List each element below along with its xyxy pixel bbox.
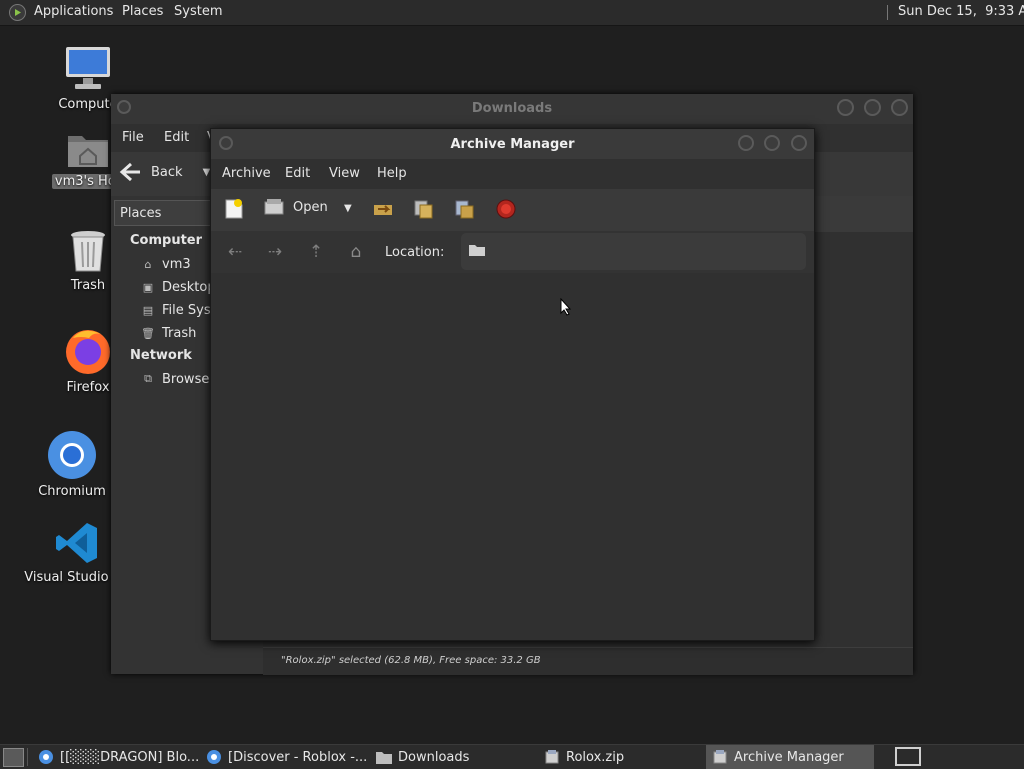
home-folder-icon	[68, 136, 108, 167]
taskbar-item-discover-roblox[interactable]: [Discover - Roblox -...	[200, 745, 370, 769]
taskbar-item-label: [Discover - Roblox -...	[228, 749, 368, 765]
folder-icon	[376, 749, 392, 765]
maximize-button[interactable]	[764, 135, 780, 151]
file-list[interactable]	[211, 273, 814, 640]
taskbar-item-label: Archive Manager	[734, 749, 844, 765]
taskbar-separator	[27, 748, 28, 766]
chromium-icon	[48, 431, 96, 479]
taskbar-item-archive-manager[interactable]: Archive Manager	[706, 745, 874, 769]
archive-icon	[712, 749, 728, 765]
add-folder-icon[interactable]	[452, 197, 476, 221]
show-desktop-icon[interactable]	[3, 748, 24, 767]
back-arrow-icon	[119, 162, 140, 182]
forward-arrow-icon[interactable]: ⇢	[263, 240, 287, 264]
edit-menu[interactable]: Edit	[285, 166, 310, 181]
taskbar-item-label: Downloads	[398, 749, 470, 765]
open-label: Open	[293, 199, 328, 215]
back-button[interactable]: Back ▼	[119, 162, 210, 182]
sidebar-item-label: vm3	[162, 256, 191, 272]
drive-icon: ▤	[142, 303, 154, 317]
folder-icon	[469, 244, 485, 256]
workspace-switcher[interactable]	[895, 747, 921, 766]
status-text: "Rolox.zip" selected (62.8 MB), Free spa…	[281, 655, 541, 666]
new-archive-icon[interactable]	[222, 197, 246, 221]
add-files-icon[interactable]	[411, 197, 435, 221]
firefox-icon	[66, 330, 110, 374]
archive-manager-window[interactable]: Archive Manager Archive Edit View Help O…	[210, 128, 815, 641]
distro-logo-icon[interactable]	[9, 4, 26, 21]
sidebar-item-label: File Syst	[162, 302, 216, 318]
applications-menu[interactable]: Applications	[34, 4, 113, 19]
desktop-icon: ▣	[142, 280, 154, 294]
close-button[interactable]	[891, 99, 908, 116]
vscode-icon	[56, 523, 97, 563]
chromium-icon	[38, 749, 54, 765]
sidebar-item-label: Trash	[162, 325, 197, 341]
sidebar-item-vm3[interactable]: ⌂ vm3	[140, 256, 191, 272]
archive-icon	[544, 749, 560, 765]
open-archive-icon	[264, 199, 284, 215]
home-icon: ⌂	[144, 257, 152, 271]
minimize-button[interactable]	[738, 135, 754, 151]
sidebar-section-network: Network	[130, 348, 192, 363]
taskbar-item-downloads[interactable]: Downloads	[370, 745, 536, 769]
location-label: Location:	[385, 245, 445, 260]
sidebar-item-label: Desktop	[162, 279, 216, 295]
system-menu[interactable]: System	[174, 4, 222, 19]
taskbar: [[░░░DRAGON] Blo... [Discover - Roblox -…	[0, 744, 1024, 769]
stop-icon[interactable]	[494, 197, 518, 221]
close-button[interactable]	[791, 135, 807, 151]
desktop-icon-chromium[interactable]: Chromium	[22, 430, 122, 499]
mouse-cursor-icon	[560, 298, 572, 316]
view-menu[interactable]: View	[329, 166, 360, 181]
sidebar-header: Places	[120, 205, 162, 221]
status-bar: "Rolox.zip" selected (62.8 MB), Free spa…	[263, 647, 913, 675]
downloads-titlebar[interactable]: Downloads	[111, 94, 913, 124]
archive-menu[interactable]: Archive	[222, 166, 271, 181]
minimize-button[interactable]	[837, 99, 854, 116]
up-arrow-icon[interactable]: ⇡	[304, 240, 328, 264]
trash-icon: 🗑	[141, 326, 155, 340]
desktop-label: Chromium	[38, 484, 106, 499]
file-menu[interactable]: File	[122, 130, 144, 145]
edit-menu[interactable]: Edit	[164, 130, 189, 145]
back-label: Back	[151, 164, 183, 180]
places-menu[interactable]: Places	[122, 4, 163, 19]
sidebar-item-desktop[interactable]: ▣ Desktop	[140, 279, 216, 295]
archive-titlebar[interactable]: Archive Manager	[211, 129, 814, 159]
clock[interactable]: Sun Dec 15, 9:33 AM	[898, 4, 1024, 19]
trash-icon	[71, 231, 105, 272]
chromium-icon	[206, 749, 222, 765]
network-icon: ⧉	[144, 372, 152, 385]
top-panel: Applications Places System Sun Dec 15, 9…	[0, 0, 1024, 26]
panel-separator	[887, 5, 888, 20]
sidebar-item-filesystem[interactable]: ▤ File Syst	[140, 302, 216, 318]
sidebar-type-selector[interactable]: Places	[114, 200, 217, 226]
home-icon[interactable]: ⌂	[344, 240, 368, 264]
window-title: Downloads	[471, 101, 553, 116]
extract-icon[interactable]	[371, 197, 395, 221]
window-title: Archive Manager	[450, 137, 575, 152]
taskbar-item-label: [[░░░DRAGON] Blo...	[60, 749, 200, 765]
sidebar-item-browse-network[interactable]: ⧉ Browse I	[140, 371, 217, 387]
help-menu[interactable]: Help	[377, 166, 407, 181]
computer-icon	[66, 47, 110, 89]
taskbar-item-rolox-zip[interactable]: Rolox.zip	[538, 745, 704, 769]
location-field[interactable]	[461, 233, 806, 270]
open-button[interactable]: Open	[263, 197, 328, 217]
taskbar-item-dragon[interactable]: [[░░░DRAGON] Blo...	[32, 745, 200, 769]
sidebar-item-trash[interactable]: 🗑 Trash	[140, 325, 196, 341]
back-arrow-icon[interactable]: ⇠	[223, 240, 247, 264]
taskbar-item-label: Rolox.zip	[566, 749, 625, 765]
sidebar-section-computer: Computer	[130, 233, 203, 248]
maximize-button[interactable]	[864, 99, 881, 116]
open-dropdown-chevron-icon[interactable]: ▼	[344, 203, 352, 214]
